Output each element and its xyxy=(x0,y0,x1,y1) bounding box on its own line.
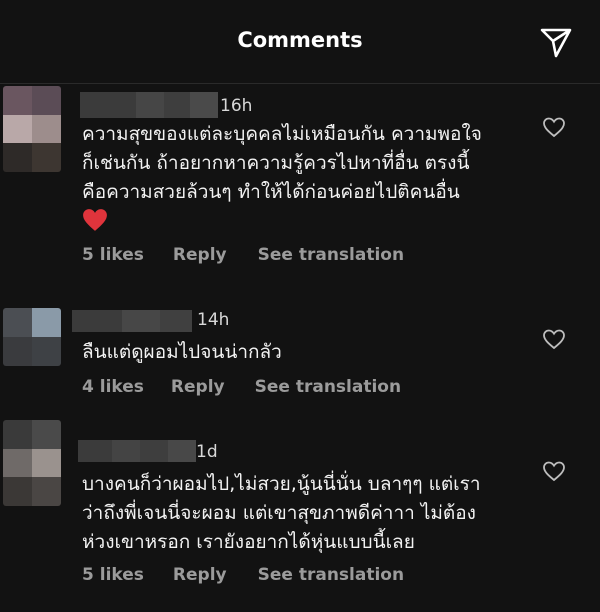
red-heart-emoji-icon xyxy=(83,209,107,231)
reply-button[interactable]: Reply xyxy=(173,245,227,265)
comment-text: บางคนก็ว่าผอมไป,ไม่สวย,นู้นนี่นั่น บลาๆๆ… xyxy=(82,473,481,553)
comment-item: 16h ความสุขของแต่ละบุคคลไม่เหมือนกัน ควา… xyxy=(0,84,600,284)
paper-plane-icon[interactable] xyxy=(538,24,574,60)
comment-time: 1d xyxy=(196,442,218,462)
comment-actions: 4 likes Reply See translation xyxy=(82,377,401,397)
comment-item: 1d บางคนก็ว่าผอมไป,ไม่สวย,นู้นนี่นั่น บล… xyxy=(0,420,600,612)
avatar[interactable] xyxy=(3,308,61,366)
comment-actions: 5 likes Reply See translation xyxy=(82,245,404,265)
see-translation-button[interactable]: See translation xyxy=(255,377,401,397)
avatar[interactable] xyxy=(3,420,61,506)
avatar[interactable] xyxy=(3,86,61,172)
reply-button[interactable]: Reply xyxy=(173,565,227,585)
likes-count[interactable]: 5 likes xyxy=(82,565,144,585)
reply-button[interactable]: Reply xyxy=(171,377,225,397)
likes-count[interactable]: 5 likes xyxy=(82,245,144,265)
likes-count[interactable]: 4 likes xyxy=(82,377,144,397)
comment-item: 14h ลืนแต่ดูผอมไปจนน่ากลัว 4 likes Reply… xyxy=(0,300,600,415)
username-redacted[interactable] xyxy=(80,92,218,118)
see-translation-button[interactable]: See translation xyxy=(258,245,404,265)
comment-time: 16h xyxy=(220,96,253,116)
comment-text: ความสุขของแต่ละบุคคลไม่เหมือนกัน ความพอใ… xyxy=(82,123,482,203)
see-translation-button[interactable]: See translation xyxy=(258,565,404,585)
comments-header: Comments xyxy=(0,0,600,84)
username-redacted[interactable] xyxy=(72,310,192,332)
heart-outline-icon[interactable] xyxy=(542,460,566,482)
username-redacted[interactable] xyxy=(78,440,196,462)
heart-outline-icon[interactable] xyxy=(542,328,566,350)
page-title: Comments xyxy=(237,28,363,52)
heart-outline-icon[interactable] xyxy=(542,116,566,138)
comment-actions: 5 likes Reply See translation xyxy=(82,565,404,585)
comment-text: ลืนแต่ดูผอมไปจนน่ากลัว xyxy=(82,341,282,363)
comment-time: 14h xyxy=(197,310,230,330)
